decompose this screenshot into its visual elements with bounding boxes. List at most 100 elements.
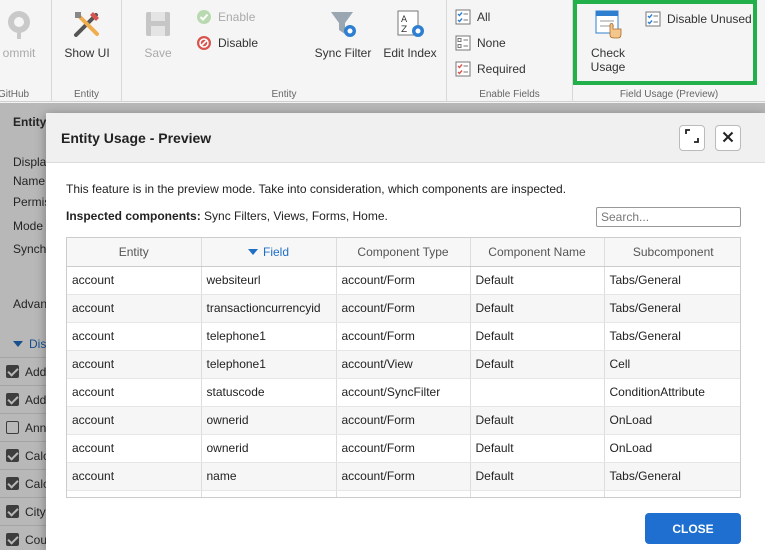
table-cell: account/Form xyxy=(336,322,471,351)
svg-text:Z: Z xyxy=(401,25,407,35)
table-row[interactable]: account telephone1 account/Form Default Tabs… xyxy=(67,322,740,351)
enable-none-button[interactable]: None xyxy=(455,34,506,52)
column-header-component-name[interactable]: Component Name xyxy=(470,238,605,267)
inspected-components: Inspected components: Sync Filters, View… xyxy=(66,209,388,223)
save-icon xyxy=(142,8,174,40)
github-group: ommit GitHub xyxy=(0,0,52,102)
expand-icon xyxy=(685,129,699,147)
sort-desc-icon xyxy=(247,248,258,255)
enable-label: Enable xyxy=(218,10,256,24)
table-cell: ownerid xyxy=(201,434,337,463)
column-header-field-label: Field xyxy=(262,244,289,259)
table-cell: transactioncurrencyid xyxy=(201,294,337,323)
checklist-icon xyxy=(455,9,471,25)
enable-button[interactable]: Enable xyxy=(196,8,255,26)
column-header-component-type[interactable]: Component Type xyxy=(336,238,471,267)
table-cell: account/Form xyxy=(336,434,471,463)
column-header-field[interactable]: Field xyxy=(201,238,337,267)
enable-required-button[interactable]: Required xyxy=(455,60,526,78)
entity-group-actions: Save Enable Disable Sync Filter AZ Edit … xyxy=(122,0,447,102)
table-cell: ConditionAttribute xyxy=(604,378,740,407)
empty-list-icon xyxy=(455,35,471,51)
table-row[interactable]: account transactioncurrencyid account/Form… xyxy=(67,294,740,323)
field-usage-group-label: Field Usage (Preview) xyxy=(619,89,719,100)
table-cell: telephone1 xyxy=(201,350,337,379)
table-row[interactable]: account statuscode account/SyncFilter Condi… xyxy=(67,378,740,407)
dialog-title: Entity Usage - Preview xyxy=(61,130,212,146)
table-cell: account xyxy=(67,322,202,351)
table-cell: ownerid xyxy=(201,406,337,435)
table-cell: account/SyncFilter xyxy=(336,378,471,407)
table-cell: account/View xyxy=(336,350,471,379)
entity-usage-dialog: Entity Usage - Preview This feature is i… xyxy=(46,113,765,550)
table-cell: Default xyxy=(470,350,605,379)
table-cell: account/Form xyxy=(336,266,471,295)
close-icon xyxy=(722,130,734,147)
az-index-icon: AZ xyxy=(394,8,426,40)
close-button[interactable]: CLOSE xyxy=(645,513,741,544)
github-icon xyxy=(3,8,35,40)
edit-index-button[interactable]: AZ Edit Index xyxy=(380,8,440,60)
save-label: Save xyxy=(144,46,172,60)
entity-group-ui: Show UI Entity xyxy=(52,0,122,102)
table-cell: account xyxy=(67,378,202,407)
maximize-button[interactable] xyxy=(679,125,705,151)
sync-filter-button[interactable]: Sync Filter xyxy=(312,8,374,60)
inspected-value: Sync Filters, Views, Forms, Home. xyxy=(200,209,388,223)
table-cell: Tabs/General xyxy=(604,266,740,295)
table-cell: account/Form xyxy=(336,406,471,435)
show-ui-button[interactable]: Show UI xyxy=(60,8,114,60)
table-cell: Default xyxy=(470,462,605,491)
commit-button[interactable]: ommit xyxy=(0,8,44,60)
disable-label: Disable xyxy=(218,36,259,50)
filter-gear-icon xyxy=(327,8,359,40)
enable-fields-group: All None Required Enable Fields xyxy=(447,0,573,102)
table-cell: Cell xyxy=(604,350,740,379)
search-input[interactable] xyxy=(596,207,741,227)
table-cell: statuscode xyxy=(201,378,337,407)
dialog-header: Entity Usage - Preview xyxy=(46,113,765,163)
table-row[interactable]: account ownerid account/Form Default OnLoad xyxy=(67,406,740,435)
required-list-icon xyxy=(455,61,471,77)
enable-required-label: Required xyxy=(477,62,526,76)
entity-group-actions-label: Entity xyxy=(271,89,297,100)
table-cell: Tabs/General xyxy=(604,322,740,351)
table-cell xyxy=(470,378,605,407)
table-cell: websiteurl xyxy=(201,266,337,295)
table-cell: account xyxy=(67,490,202,497)
table-row[interactable]: account name account/Form Default Tabs/Gener… xyxy=(67,462,740,491)
table-cell: account xyxy=(67,434,202,463)
table-row[interactable]: account websiteurl account/Form Default Tabs… xyxy=(67,266,740,295)
commit-label: ommit xyxy=(2,46,36,60)
table-cell: Default xyxy=(470,266,605,295)
enable-fields-group-label: Enable Fields xyxy=(479,89,540,100)
tools-icon xyxy=(71,8,103,40)
table-row[interactable]: account ownerid account/Form Default OnLoad xyxy=(67,434,740,463)
show-ui-label: Show UI xyxy=(64,46,110,60)
github-group-label: GitHub xyxy=(0,89,30,100)
column-header-subcomponent[interactable]: Subcomponent xyxy=(604,238,740,267)
svg-text:A: A xyxy=(401,15,408,25)
close-x-button[interactable] xyxy=(715,125,741,151)
usage-table: Entity Field Component Type Component Na… xyxy=(66,237,741,498)
save-button[interactable]: Save xyxy=(134,8,182,60)
disable-button[interactable]: Disable xyxy=(196,34,258,52)
table-row[interactable]: account telephone1 account/View Default Cell xyxy=(67,350,740,379)
table-cell: Default xyxy=(470,406,605,435)
enable-all-label: All xyxy=(477,10,491,24)
column-header-entity[interactable]: Entity xyxy=(67,238,202,267)
edit-index-label: Edit Index xyxy=(383,46,437,60)
enable-all-button[interactable]: All xyxy=(455,8,490,26)
table-cell: Default xyxy=(470,294,605,323)
field-usage-highlight xyxy=(573,0,757,85)
table-cell: Default xyxy=(470,490,605,497)
table-row[interactable]: account account/ViewDefaultCell xyxy=(67,490,740,497)
inspected-label: Inspected components: xyxy=(66,209,201,223)
enable-none-label: None xyxy=(477,36,506,50)
table-cell: Tabs/General xyxy=(604,294,740,323)
preview-note: This feature is in the preview mode. Tak… xyxy=(66,182,567,196)
ribbon: ommit GitHub Show UI Entity Save Enable … xyxy=(0,0,765,102)
table-cell: name xyxy=(201,462,337,491)
table-cell xyxy=(201,490,337,497)
table-cell: account xyxy=(67,294,202,323)
